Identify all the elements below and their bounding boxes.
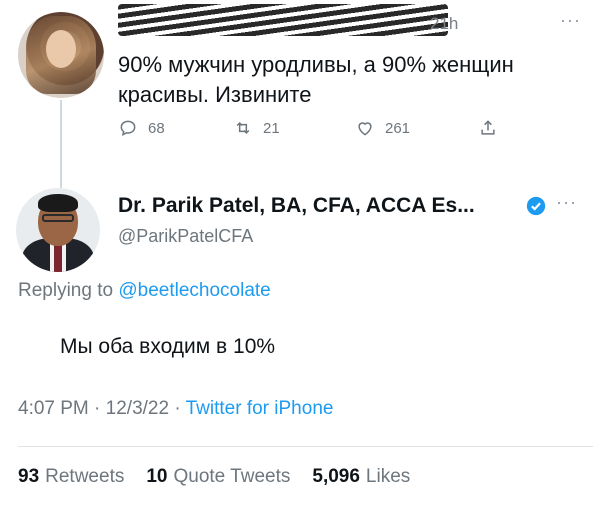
avatar-hair — [38, 194, 78, 212]
reply-author-avatar[interactable] — [16, 188, 100, 272]
verified-badge-icon — [526, 196, 546, 216]
meta-separator: · — [94, 398, 101, 419]
quote-tweets-label: Quote Tweets — [173, 466, 291, 487]
retweets-count: 93 — [18, 466, 40, 487]
like-count: 261 — [385, 119, 411, 137]
more-options-icon[interactable]: ··· — [560, 10, 581, 31]
tweet-time[interactable]: 4:07 PM — [18, 398, 89, 419]
tweet-text: 90% мужчин уродливы, а 90% женщин красив… — [118, 52, 514, 107]
tweet-time[interactable]: 21h — [430, 14, 458, 34]
avatar-face — [46, 30, 76, 68]
replying-to-mention[interactable]: @beetlechocolate — [118, 280, 270, 301]
like-action[interactable]: 261 — [355, 118, 410, 138]
likes-count: 5,096 — [312, 466, 360, 487]
reply-author-name[interactable]: Dr. Parik Patel, BA, CFA, ACCA Es... — [118, 194, 475, 218]
reply-text: Мы оба входим в 10% — [60, 335, 276, 358]
retweet-count: 21 — [263, 119, 280, 137]
thread-connector-line — [60, 100, 62, 188]
tweet-actions: 68 21 261 — [118, 118, 518, 140]
reply-count: 68 — [148, 119, 165, 137]
reply-icon — [120, 120, 136, 137]
quote-tweets-count: 10 — [146, 466, 168, 487]
meta-separator: · — [174, 398, 181, 419]
tweet-metadata: 4:07 PM · 12/3/22 · Twitter for iPhone — [18, 398, 333, 420]
avatar-glasses — [42, 214, 74, 222]
share-icon — [481, 120, 495, 135]
reply-author-handle[interactable]: @ParikPatelCFA — [118, 226, 253, 247]
tweet-date[interactable]: 12/3/22 — [106, 398, 169, 419]
retweets-stat[interactable]: 93 Retweets — [18, 466, 124, 488]
retweets-label: Retweets — [45, 466, 125, 487]
author-avatar[interactable] — [18, 12, 104, 98]
share-action[interactable] — [478, 118, 498, 138]
reply-more-options-icon[interactable]: ··· — [556, 192, 577, 213]
avatar-tie — [54, 244, 62, 272]
quote-tweets-stat[interactable]: 10 Quote Tweets — [146, 466, 290, 488]
redacted-author-name — [118, 4, 448, 36]
likes-stat[interactable]: 5,096 Likes — [312, 466, 410, 488]
replying-to-line: Replying to @beetlechocolate — [18, 280, 271, 302]
reply-action[interactable]: 68 — [118, 118, 165, 138]
likes-label: Likes — [365, 466, 411, 487]
retweet-action[interactable]: 21 — [233, 118, 280, 138]
heart-icon — [358, 122, 372, 136]
engagement-stats: 93 Retweets 10 Quote Tweets 5,096 Likes — [18, 466, 410, 488]
retweet-icon — [236, 121, 250, 135]
tweet-source[interactable]: Twitter for iPhone — [186, 398, 334, 419]
replying-to-label: Replying to — [18, 280, 114, 301]
divider — [18, 446, 593, 447]
